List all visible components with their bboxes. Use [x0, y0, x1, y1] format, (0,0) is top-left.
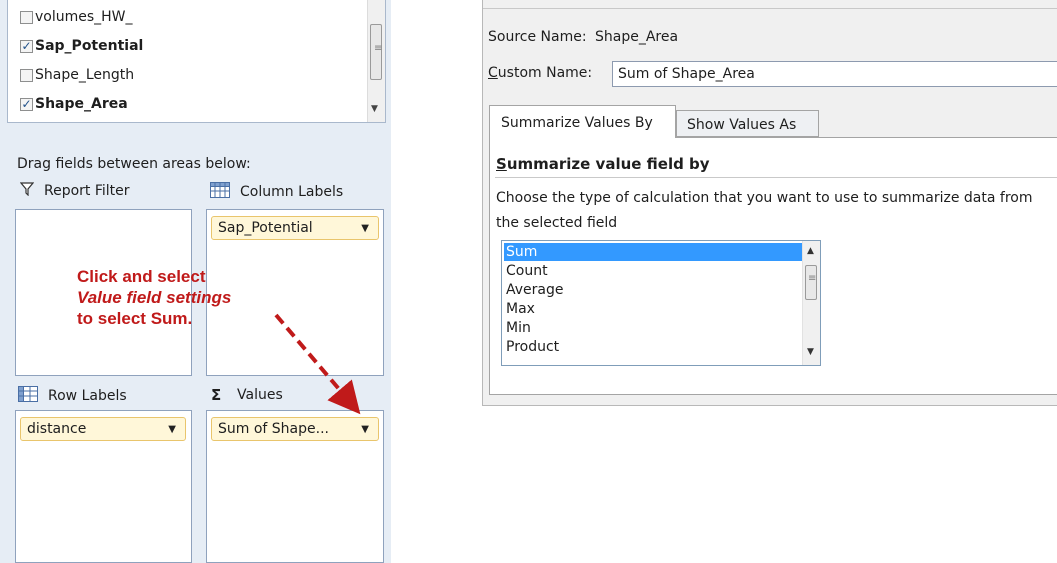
tab-summarize-values-by[interactable]: Summarize Values By [489, 105, 676, 138]
source-name-value: Shape_Area [595, 29, 679, 45]
accelerator-key: S [496, 155, 507, 173]
scroll-up-arrow-icon[interactable]: ▲ [807, 246, 814, 256]
custom-name-label-text: ustom Name: [497, 65, 593, 81]
grip-icon: ≡ [808, 273, 817, 284]
summarize-heading: Summarize value field by [496, 155, 710, 173]
custom-name-label: Custom Name: [488, 65, 592, 81]
list-item-average[interactable]: Average [504, 281, 805, 299]
list-item-sum[interactable]: Sum [504, 243, 805, 261]
scroll-down-arrow-icon[interactable]: ▼ [807, 347, 814, 357]
divider [495, 177, 1057, 178]
divider [483, 8, 1057, 9]
list-item-product[interactable]: Product [504, 338, 805, 356]
value-field-settings-dialog: Source Name: Shape_Area Custom Name: Sum… [482, 0, 1057, 406]
list-item-max[interactable]: Max [504, 300, 805, 318]
calculation-list-scrollbar[interactable]: ▲ ≡ ▼ [802, 241, 820, 365]
tab-show-values-as[interactable]: Show Values As [676, 110, 819, 137]
calculation-type-list[interactable]: Sum Count Average Max Min Product ▲ ≡ ▼ [501, 240, 821, 366]
list-item-min[interactable]: Min [504, 319, 805, 337]
pivot-field-list-panel: volumes_HW_ ✓ Sap_Potential Shape_Length… [0, 0, 391, 563]
list-item-count[interactable]: Count [504, 262, 805, 280]
annotation-arrow-icon [274, 313, 361, 415]
accelerator-key: C [488, 65, 498, 81]
summarize-heading-text: ummarize value field by [506, 155, 710, 173]
summarize-description: Choose the type of calculation that you … [496, 190, 1033, 231]
custom-name-input[interactable]: Sum of Shape_Area [612, 61, 1057, 87]
scrollbar-thumb[interactable]: ≡ [805, 265, 817, 300]
source-name-label: Source Name: [488, 29, 587, 45]
